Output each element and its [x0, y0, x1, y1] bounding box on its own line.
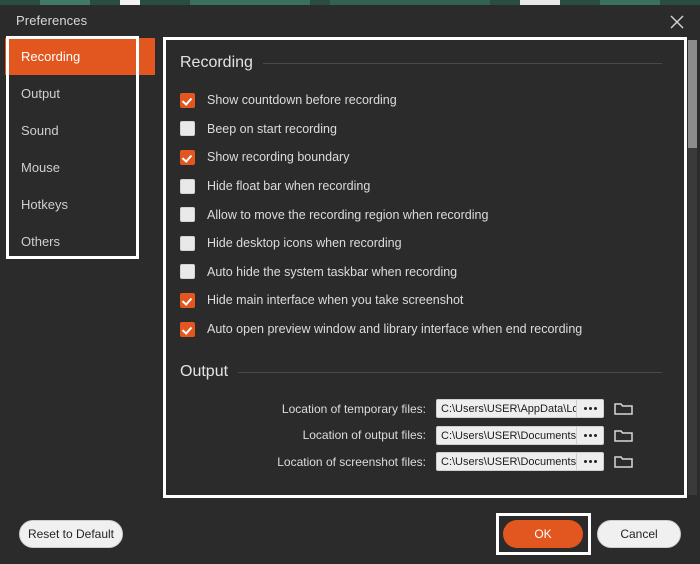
field-row-screenshot-files: Location of screenshot files: C:\Users\U…	[166, 448, 684, 475]
option-hide-float-bar[interactable]: Hide float bar when recording	[180, 172, 684, 201]
checkbox-unchecked-icon[interactable]	[180, 207, 195, 223]
option-hide-main-interface[interactable]: Hide main interface when you take screen…	[180, 286, 684, 315]
sidebar-item-mouse[interactable]: Mouse	[5, 149, 155, 186]
option-label: Auto open preview window and library int…	[207, 322, 583, 337]
sidebar-item-sound[interactable]: Sound	[5, 112, 155, 149]
checkbox-checked-icon[interactable]	[180, 321, 195, 337]
close-icon[interactable]	[662, 8, 692, 36]
sidebar-item-label: Mouse	[21, 160, 61, 175]
ellipsis-icon[interactable]	[576, 399, 604, 419]
checkbox-checked-icon[interactable]	[180, 92, 195, 108]
dialog-footer: Reset to Default OK Cancel	[0, 506, 700, 564]
sidebar-item-hotkeys[interactable]: Hotkeys	[5, 186, 155, 223]
content-panel: Recording Show countdown before recordin…	[163, 37, 687, 498]
option-auto-hide-taskbar[interactable]: Auto hide the system taskbar when record…	[180, 258, 684, 287]
option-label: Hide main interface when you take screen…	[207, 293, 464, 308]
section-header-output: Output	[180, 363, 662, 381]
folder-icon[interactable]	[614, 453, 634, 470]
output-files-path-input[interactable]: C:\Users\USER\Documents\Aiseeso	[436, 425, 576, 445]
option-label: Auto hide the system taskbar when record…	[207, 264, 458, 279]
field-row-output-files: Location of output files: C:\Users\USER\…	[166, 422, 684, 449]
option-auto-open-preview[interactable]: Auto open preview window and library int…	[180, 315, 684, 344]
field-row-temporary-files: Location of temporary files: C:\Users\US…	[166, 395, 684, 422]
sidebar-item-label: Others	[21, 234, 61, 249]
screenshot-files-path-input[interactable]: C:\Users\USER\Documents\Aiseeso	[436, 452, 576, 472]
field-label: Location of screenshot files:	[277, 454, 426, 469]
sidebar-item-recording[interactable]: Recording	[5, 38, 155, 75]
section-header-recording: Recording	[180, 54, 662, 72]
ellipsis-icon[interactable]	[576, 452, 604, 472]
output-field-rows: Location of temporary files: C:\Users\US…	[166, 395, 684, 475]
option-label: Beep on start recording	[207, 121, 337, 136]
sidebar-item-label: Output	[21, 86, 61, 101]
temporary-files-path-input[interactable]: C:\Users\USER\AppData\Local\Ten	[436, 399, 576, 419]
folder-icon[interactable]	[614, 400, 634, 417]
output-section: Output Location of temporary files: C:\U…	[166, 363, 684, 475]
option-label: Hide float bar when recording	[207, 179, 371, 194]
sidebar-item-label: Hotkeys	[21, 197, 68, 212]
preferences-dialog: Preferences Recording Output Sound Mouse…	[0, 0, 700, 564]
cancel-button[interactable]: Cancel	[597, 520, 681, 548]
option-label: Show countdown before recording	[207, 93, 397, 108]
folder-icon[interactable]	[614, 427, 634, 444]
checkbox-unchecked-icon[interactable]	[180, 235, 195, 251]
option-label: Show recording boundary	[207, 150, 350, 165]
option-hide-desktop-icons[interactable]: Hide desktop icons when recording	[180, 229, 684, 258]
content-scroll-area: Recording Show countdown before recordin…	[166, 40, 684, 475]
option-beep-on-start[interactable]: Beep on start recording	[180, 115, 684, 144]
section-title: Output	[180, 363, 229, 381]
option-label: Hide desktop icons when recording	[207, 236, 402, 251]
vertical-scrollbar-thumb[interactable]	[688, 40, 697, 148]
checkbox-unchecked-icon[interactable]	[180, 178, 195, 194]
page-title: Preferences	[16, 13, 88, 28]
sidebar: Recording Output Sound Mouse Hotkeys Oth…	[5, 38, 155, 260]
recording-options-list: Show countdown before recording Beep on …	[180, 86, 684, 343]
checkbox-unchecked-icon[interactable]	[180, 264, 195, 280]
sidebar-item-others[interactable]: Others	[5, 223, 155, 260]
sidebar-item-label: Sound	[21, 123, 59, 138]
option-show-countdown[interactable]: Show countdown before recording	[180, 86, 684, 115]
ellipsis-icon[interactable]	[576, 425, 604, 445]
vertical-scrollbar-track[interactable]	[688, 40, 697, 495]
section-divider	[262, 62, 662, 64]
title-bar: Preferences	[0, 5, 700, 38]
sidebar-item-output[interactable]: Output	[5, 75, 155, 112]
checkbox-checked-icon[interactable]	[180, 292, 195, 308]
field-label: Location of temporary files:	[281, 401, 426, 416]
checkbox-checked-icon[interactable]	[180, 149, 195, 165]
option-allow-move-region[interactable]: Allow to move the recording region when …	[180, 200, 684, 229]
option-show-boundary[interactable]: Show recording boundary	[180, 143, 684, 172]
field-label: Location of output files:	[302, 428, 426, 443]
checkbox-unchecked-icon[interactable]	[180, 121, 195, 137]
section-divider	[238, 371, 662, 373]
option-label: Allow to move the recording region when …	[207, 207, 489, 222]
section-title: Recording	[180, 54, 253, 71]
ok-button[interactable]: OK	[503, 520, 583, 548]
reset-to-default-button[interactable]: Reset to Default	[19, 520, 123, 548]
sidebar-item-label: Recording	[21, 49, 81, 64]
